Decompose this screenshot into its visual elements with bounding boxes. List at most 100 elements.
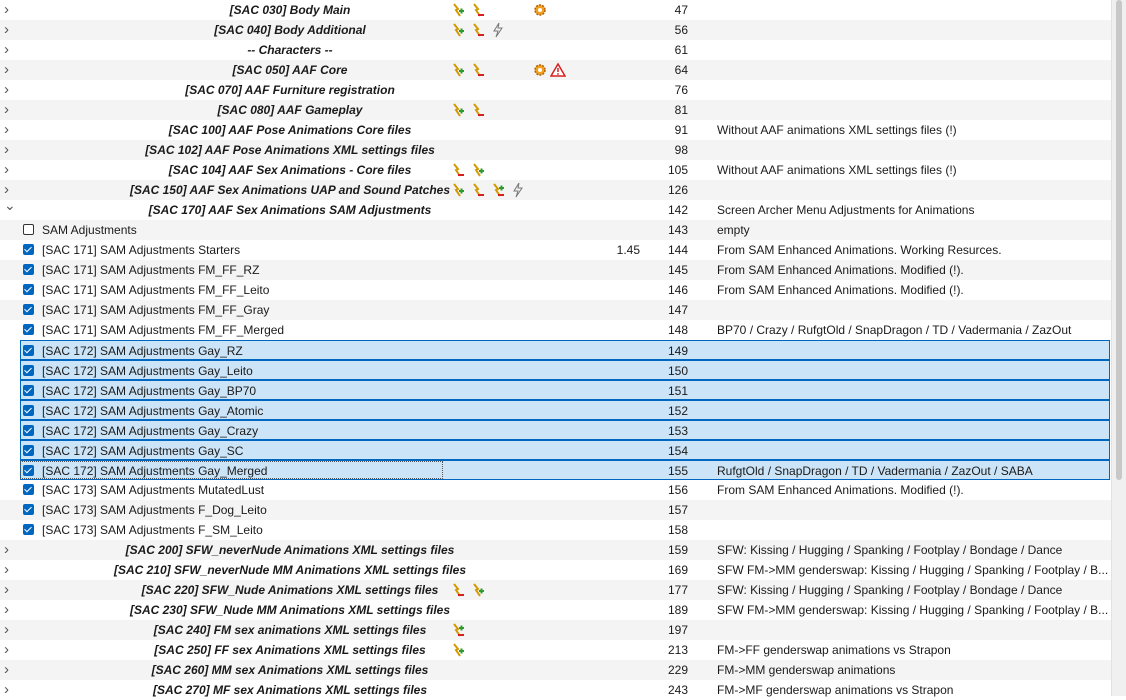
separator-row[interactable]: › [SAC 080] AAF Gameplay 81 [0, 100, 1111, 120]
mod-row[interactable]: [SAC 172] SAM Adjustments Gay_Atomic 152 [20, 400, 1110, 420]
lightning-gray-icon [510, 182, 526, 198]
chevron-right-icon[interactable]: › [4, 662, 14, 677]
chevron-right-icon[interactable]: › [4, 2, 14, 17]
chevron-right-icon[interactable]: › [4, 162, 14, 177]
mod-checkbox[interactable] [23, 224, 34, 235]
priority-value: 105 [667, 163, 688, 177]
chevron-right-icon[interactable]: › [4, 542, 14, 557]
chevron-right-icon[interactable]: › [4, 102, 14, 117]
priority-value: 147 [667, 303, 688, 317]
chevron-right-icon[interactable]: › [4, 122, 14, 137]
mod-checkbox[interactable] [23, 385, 34, 396]
chevron-right-icon[interactable]: › [4, 582, 14, 597]
mod-checkbox[interactable] [23, 504, 34, 515]
mod-checkbox[interactable] [23, 345, 34, 356]
separator-name: [SAC 170] AAF Sex Animations SAM Adjustm… [148, 203, 432, 217]
mod-checkbox[interactable] [23, 304, 34, 315]
priority-value: 154 [667, 444, 688, 458]
plug-red-icon [470, 22, 486, 38]
mod-checkbox[interactable] [23, 484, 34, 495]
separator-row[interactable]: › [SAC 210] SFW_neverNude MM Animations X… [0, 560, 1111, 580]
mod-checkbox[interactable] [23, 324, 34, 335]
mod-row[interactable]: [SAC 171] SAM Adjustments FM_FF_Gray 147 [0, 300, 1111, 320]
plug-green-icon [450, 642, 466, 658]
separator-row[interactable]: › [SAC 260] MM sex Animations XML setting… [0, 660, 1111, 680]
separator-row[interactable]: › [SAC 100] AAF Pose Animations Core file… [0, 120, 1111, 140]
chevron-right-icon[interactable]: › [4, 682, 14, 697]
mod-name: [SAC 172] SAM Adjustments Gay_Crazy [42, 424, 259, 438]
chevron-right-icon[interactable]: › [4, 602, 14, 617]
mod-name: [SAC 171] SAM Adjustments FM_FF_Gray [42, 303, 270, 317]
separator-row[interactable]: › [SAC 150] AAF Sex Animations UAP and So… [0, 180, 1111, 200]
separator-row[interactable]: › [SAC 070] AAF Furniture registration 76 [0, 80, 1111, 100]
lightning-gray-icon [490, 22, 506, 38]
separator-name: [SAC 230] SFW_Nude MM Animations XML set… [129, 603, 451, 617]
separator-row[interactable]: › [SAC 250] FF sex Animations XML setting… [0, 640, 1111, 660]
mod-row[interactable]: [SAC 173] SAM Adjustments MutatedLust 156… [0, 480, 1111, 500]
plug-red-icon [470, 182, 486, 198]
separator-row[interactable]: ⌄ [SAC 170] AAF Sex Animations SAM Adjust… [0, 198, 1111, 220]
mod-checkbox[interactable] [23, 264, 34, 275]
mod-name: [SAC 171] SAM Adjustments FM_FF_Leito [42, 283, 270, 297]
chevron-right-icon[interactable]: › [4, 22, 14, 37]
plug-both-icon [490, 182, 506, 198]
mod-row[interactable]: [SAC 173] SAM Adjustments F_SM_Leito 158 [0, 520, 1111, 540]
separator-row[interactable]: › [SAC 102] AAF Pose Animations XML setti… [0, 140, 1111, 160]
separator-row[interactable]: › [SAC 030] Body Main 47 [0, 0, 1111, 20]
priority-value: 142 [667, 203, 688, 217]
separator-row[interactable]: › [SAC 200] SFW_neverNude Animations XML … [0, 540, 1111, 560]
separator-name: [SAC 100] AAF Pose Animations Core files [168, 123, 412, 137]
mod-name: [SAC 173] SAM Adjustments MutatedLust [42, 483, 265, 497]
mod-row[interactable]: [SAC 173] SAM Adjustments F_Dog_Leito 157 [0, 500, 1111, 520]
mod-checkbox[interactable] [23, 405, 34, 416]
priority-value: 148 [667, 323, 688, 337]
chevron-right-icon[interactable]: › [4, 42, 14, 57]
mod-list[interactable]: › [SAC 030] Body Main 47 › [SAC 040] Body Ad… [0, 0, 1111, 700]
mod-name: [SAC 173] SAM Adjustments F_SM_Leito [42, 523, 263, 537]
mod-name: [SAC 171] SAM Adjustments FM_FF_RZ [42, 263, 260, 277]
separator-row[interactable]: › [SAC 230] SFW_Nude MM Animations XML se… [0, 600, 1111, 620]
plug-green-icon [450, 102, 466, 118]
chevron-right-icon[interactable]: › [4, 142, 14, 157]
chevron-right-icon[interactable]: › [4, 562, 14, 577]
mod-checkbox[interactable] [23, 425, 34, 436]
chevron-right-icon[interactable]: › [4, 642, 14, 657]
mod-checkbox[interactable] [23, 365, 34, 376]
mod-checkbox[interactable] [23, 284, 34, 295]
mod-row[interactable]: [SAC 172] SAM Adjustments Gay_Leito 150 [20, 360, 1110, 380]
separator-row[interactable]: › [SAC 040] Body Additional 56 [0, 20, 1111, 40]
mod-row[interactable]: [SAC 171] SAM Adjustments FM_FF_RZ 145 Fro… [0, 260, 1111, 280]
mod-checkbox[interactable] [23, 244, 34, 255]
mod-row[interactable]: [SAC 172] SAM Adjustments Gay_SC 154 [20, 440, 1110, 460]
priority-value: 76 [674, 83, 688, 97]
separator-row[interactable]: › [SAC 270] MF sex Animations XML setting… [0, 680, 1111, 700]
vertical-scrollbar[interactable] [1111, 0, 1126, 696]
mod-checkbox[interactable] [23, 445, 34, 456]
mod-version: 1.45 [616, 243, 640, 257]
separator-row[interactable]: › [SAC 050] AAF Core 64 [0, 60, 1111, 80]
chevron-right-icon[interactable]: › [4, 182, 14, 197]
scrollbar-thumb[interactable] [1116, 0, 1122, 480]
separator-row[interactable]: › [SAC 104] AAF Sex Animations - Core fil… [0, 160, 1111, 180]
separator-row[interactable]: › [SAC 240] FM sex animations XML setting… [0, 620, 1111, 640]
separator-row[interactable]: › -- Characters -- 61 [0, 40, 1111, 60]
mod-row[interactable]: [SAC 172] SAM Adjustments Gay_Crazy 153 [20, 420, 1110, 440]
mod-name: [SAC 172] SAM Adjustments Gay_Atomic [42, 404, 264, 418]
chevron-right-icon[interactable]: › [4, 82, 14, 97]
mod-row[interactable]: [SAC 171] SAM Adjustments Starters 1.45 14… [0, 240, 1111, 260]
notes-text: SFW: Kissing / Hugging / Spanking / Foot… [717, 583, 1063, 597]
mod-row[interactable]: [SAC 172] SAM Adjustments Gay_RZ 149 [20, 340, 1110, 360]
chevron-right-icon[interactable]: › [4, 622, 14, 637]
mod-row[interactable]: [SAC 172] SAM Adjustments Gay_Merged 155 R… [20, 460, 1110, 480]
mod-checkbox[interactable] [23, 524, 34, 535]
mod-row[interactable]: [SAC 171] SAM Adjustments FM_FF_Merged 14… [0, 320, 1111, 340]
priority-value: 157 [667, 503, 688, 517]
separator-name: [SAC 260] MM sex Animations XML settings… [151, 663, 429, 677]
mod-row[interactable]: [SAC 171] SAM Adjustments FM_FF_Leito 146… [0, 280, 1111, 300]
mod-row[interactable]: SAM Adjustments 143 empty [0, 220, 1111, 240]
gear-orange-icon [532, 62, 548, 78]
chevron-down-icon[interactable]: ⌄ [4, 198, 16, 212]
mod-row[interactable]: [SAC 172] SAM Adjustments Gay_BP70 151 [20, 380, 1110, 400]
chevron-right-icon[interactable]: › [4, 62, 14, 77]
separator-row[interactable]: › [SAC 220] SFW_Nude Animations XML setti… [0, 580, 1111, 600]
